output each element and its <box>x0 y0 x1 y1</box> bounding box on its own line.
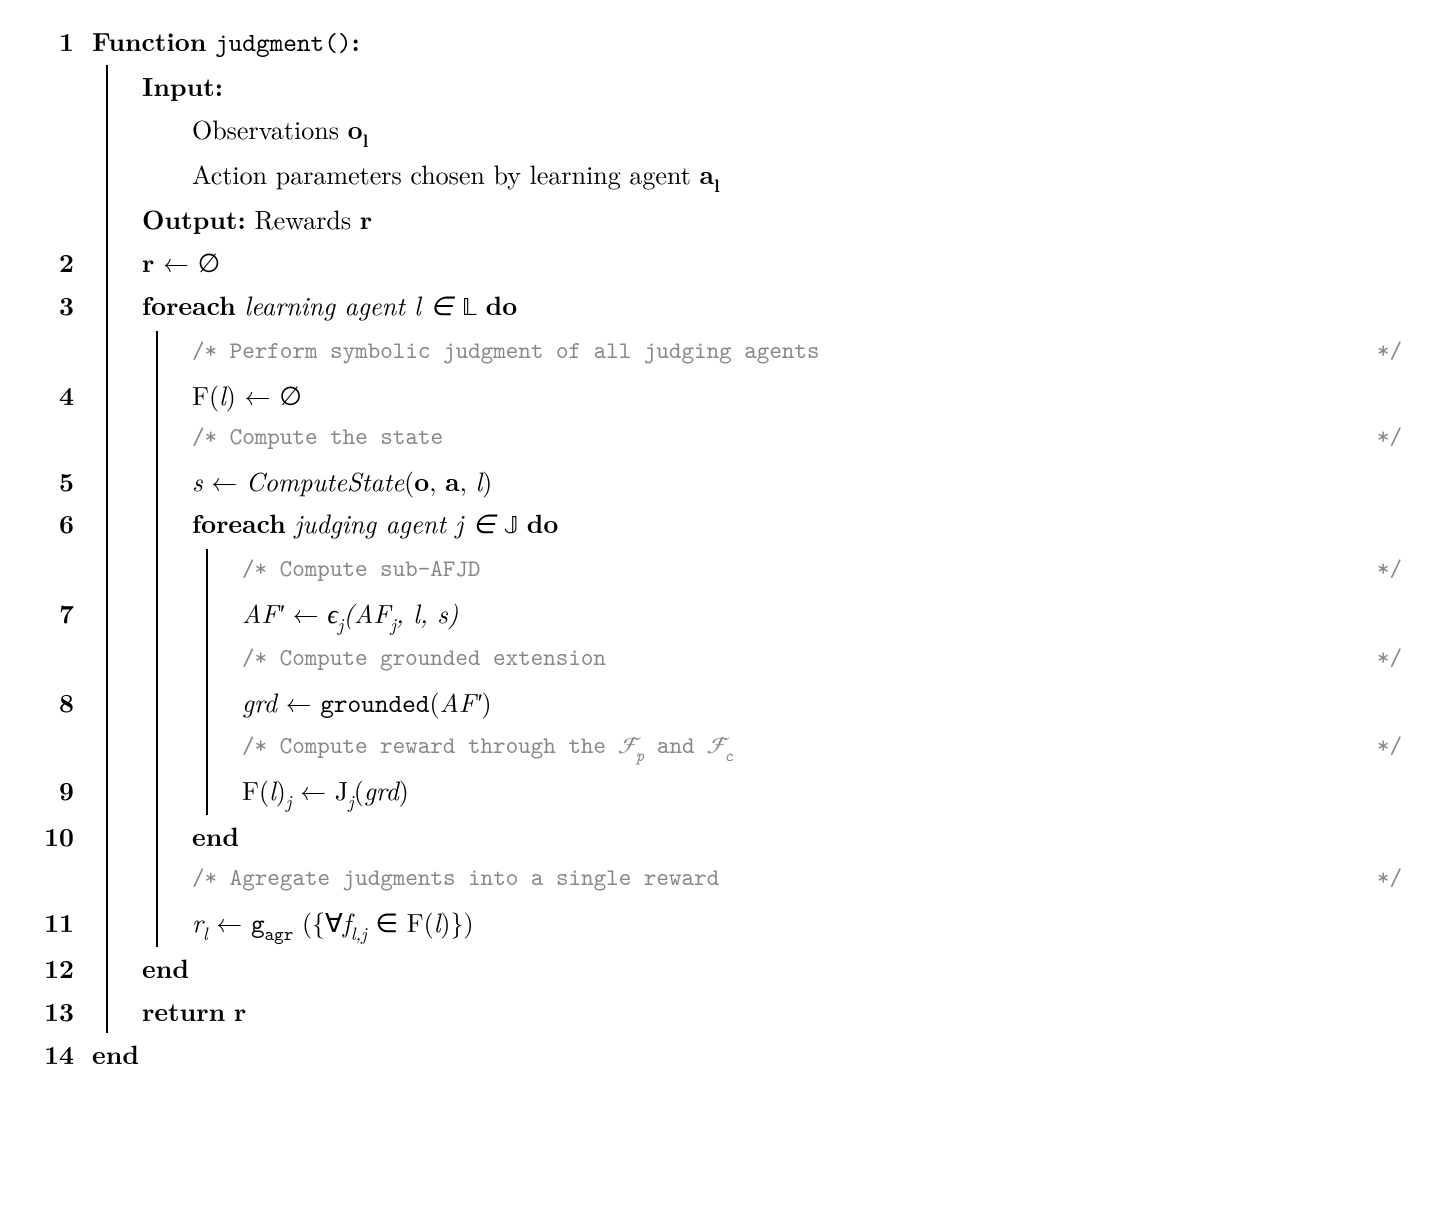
line-r-empty: r ← ∅ <box>92 241 1402 284</box>
kw-return: return <box>142 992 225 1029</box>
line-input-header: Input: <box>92 65 1402 108</box>
line-number: 1 <box>30 20 80 65</box>
line-flj: F(l)j ← Jj(grd) <box>92 769 1402 815</box>
line-number: 14 <box>30 1033 80 1076</box>
comment-reward: /* Compute reward through the ℱp and ℱc*… <box>92 726 1402 769</box>
kw-function: Function <box>92 22 206 59</box>
line-output: Output: Rewards r <box>92 198 1402 241</box>
line-foreach-j: foreach judging agent j ∈ 𝕁 do <box>92 502 1402 549</box>
algorithm-block: 1 Function judgment(): Input: Observatio… <box>30 20 1402 1076</box>
line-number: 8 <box>30 681 80 726</box>
line-number: 7 <box>30 592 80 638</box>
function-name: judgment() <box>215 26 352 60</box>
comment-subafjd: /* Compute sub-AFJD*/ <box>92 549 1402 592</box>
line-fl-empty: F(l) ← ∅ <box>92 374 1402 417</box>
line-number: 10 <box>30 815 80 858</box>
line-number: 5 <box>30 460 80 503</box>
line-number: 3 <box>30 284 80 331</box>
line-function: Function judgment(): <box>92 20 1402 65</box>
line-input-act: Action parameters chosen by learning age… <box>92 153 1402 198</box>
kw-do: do <box>486 286 518 323</box>
line-number: 12 <box>30 947 80 990</box>
comment-state: /* Compute the state*/ <box>92 417 1402 460</box>
line-number: 11 <box>30 901 80 947</box>
line-computestate: s ← ComputeState(o, a, l) <box>92 460 1402 503</box>
line-number: 9 <box>30 769 80 815</box>
line-end-inner: end <box>92 815 1402 858</box>
comment-symbolic: /* Perform symbolic judgment of all judg… <box>92 331 1402 374</box>
line-return: return r <box>92 990 1402 1033</box>
line-end-function: end <box>92 1033 1402 1076</box>
line-foreach-l: foreach learning agent l ∈ 𝕃 do <box>92 284 1402 331</box>
kw-foreach: foreach <box>142 286 236 323</box>
kw-output: Output: <box>142 200 246 237</box>
line-number: 2 <box>30 241 80 284</box>
line-end-outer: end <box>92 947 1402 990</box>
line-input-obs: Observations ol <box>92 108 1402 153</box>
line-aggregate: rl ← gagr ({∀fl,j ∈ F(l)}) <box>92 901 1402 947</box>
comment-grounded: /* Compute grounded extension*/ <box>92 638 1402 681</box>
line-number: 13 <box>30 990 80 1033</box>
line-grd: grd ← grounded(AF′) <box>92 681 1402 726</box>
kw-end: end <box>192 817 239 854</box>
kw-input: Input: <box>142 67 223 104</box>
comment-aggregate: /* Agregate judgments into a single rewa… <box>92 858 1402 901</box>
line-number: 4 <box>30 374 80 417</box>
line-number: 6 <box>30 502 80 549</box>
line-af-prime: AF′ ← ϵj(AFj, l, s) <box>92 592 1402 638</box>
